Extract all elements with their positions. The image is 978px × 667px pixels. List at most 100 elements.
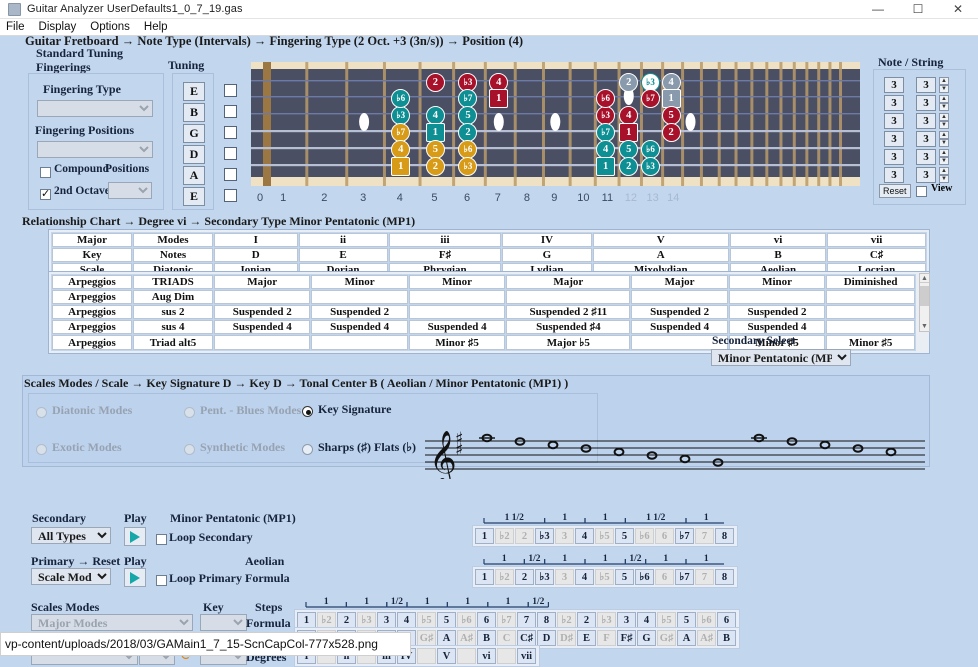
tuning-check-2[interactable] [224, 105, 237, 118]
tuning-check-3[interactable] [224, 126, 237, 139]
formula-cell[interactable]: 6 [655, 569, 674, 585]
grid-cell[interactable]: ♭6 [697, 612, 716, 628]
radio-pent-blues-modes[interactable] [184, 407, 195, 418]
note-value-6[interactable]: 3 [884, 167, 904, 183]
radio-exotic-modes[interactable] [36, 444, 47, 455]
formula-cell[interactable]: ♭5 [595, 569, 614, 585]
grid-cell[interactable]: G♯ [657, 630, 676, 646]
grid-cell[interactable]: G♯ [417, 630, 436, 646]
radio-key-signature[interactable] [302, 406, 313, 417]
formula-cell[interactable]: ♭2 [495, 528, 514, 544]
formula-cell[interactable]: 3 [555, 569, 574, 585]
formula-cell[interactable]: ♭5 [595, 528, 614, 544]
loop-primary-checkbox[interactable] [156, 575, 167, 586]
loop-secondary-checkbox[interactable] [156, 534, 167, 545]
string-value-1[interactable]: 3 [916, 77, 936, 93]
grid-cell[interactable]: B [717, 630, 736, 646]
formula-cell[interactable]: 7 [695, 528, 714, 544]
string-spinner-5[interactable]: ▲ ▼ [939, 149, 949, 165]
maximize-button[interactable]: ☐ [898, 0, 938, 19]
spinner-up[interactable]: ▲ [939, 95, 949, 103]
radio-synthetic-modes[interactable] [184, 444, 195, 455]
scroll-down-arrow[interactable]: ▼ [920, 322, 929, 331]
fingering-type-select[interactable] [37, 100, 153, 117]
grid-cell[interactable]: V [437, 648, 456, 664]
grid-cell[interactable]: 6 [477, 612, 496, 628]
radio-sharps-flats[interactable] [302, 444, 313, 455]
formula-cell[interactable]: 4 [575, 569, 594, 585]
formula-cell[interactable]: ♭3 [535, 528, 554, 544]
tuning-string-6[interactable]: E [183, 187, 205, 206]
grid-cell[interactable]: A♯ [457, 630, 476, 646]
string-value-6[interactable]: 3 [916, 167, 936, 183]
spinner-down[interactable]: ▼ [939, 103, 949, 111]
secondary-type-select[interactable]: All Types [31, 527, 111, 544]
grid-cell[interactable]: E [577, 630, 596, 646]
grid-cell[interactable]: 8 [537, 612, 556, 628]
tuning-check-1[interactable] [224, 84, 237, 97]
menu-options[interactable]: Options [90, 21, 130, 33]
positions-count-select[interactable] [108, 182, 152, 199]
grid-cell[interactable]: ♭7 [497, 612, 516, 628]
string-value-3[interactable]: 3 [916, 113, 936, 129]
primary-type-select[interactable]: Scale Modes [31, 568, 111, 585]
fret-note-marker[interactable]: 2 [425, 157, 445, 176]
grid-cell[interactable]: 3 [617, 612, 636, 628]
scales-modes-select[interactable]: Major Modes [31, 614, 193, 631]
view-checkbox[interactable] [916, 186, 927, 197]
guitar-fretboard[interactable]: ♭3 ♭7 4 1 ♭6 2 4 1 5 2 ♭3 ♭7 5 2 ♭6 ♭3 4 1 ♭3 ♭7 4 1 ♭6 2 4 1 5 2 ♭3… [251, 62, 860, 186]
close-button[interactable]: ✕ [938, 0, 978, 19]
grid-cell[interactable]: ♭5 [417, 612, 436, 628]
grid-cell[interactable]: ♭6 [457, 612, 476, 628]
minimize-button[interactable]: — [858, 0, 898, 19]
string-spinner-2[interactable]: ▲ ▼ [939, 95, 949, 111]
grid-cell[interactable]: vii [517, 648, 536, 664]
fret-note-marker[interactable]: 2 [425, 73, 445, 92]
grid-cell[interactable]: F [597, 630, 616, 646]
grid-cell[interactable]: C♯ [517, 630, 536, 646]
grid-cell[interactable]: C [497, 630, 516, 646]
string-spinner-3[interactable]: ▲ ▼ [939, 113, 949, 129]
tuning-check-5[interactable] [224, 168, 237, 181]
formula-cell[interactable]: 2 [515, 528, 534, 544]
spinner-up[interactable]: ▲ [939, 131, 949, 139]
play-secondary-button[interactable] [124, 527, 146, 546]
spinner-down[interactable]: ▼ [939, 121, 949, 129]
grid-cell[interactable]: B [477, 630, 496, 646]
grid-cell[interactable] [457, 648, 476, 664]
formula-cell[interactable]: 8 [715, 528, 734, 544]
play-primary-button[interactable] [124, 568, 146, 587]
formula-cell[interactable]: ♭7 [675, 528, 694, 544]
grid-cell[interactable]: 5 [677, 612, 696, 628]
formula-cell[interactable]: ♭3 [535, 569, 554, 585]
tuning-string-2[interactable]: B [183, 103, 205, 122]
formula-cell[interactable]: 3 [555, 528, 574, 544]
tuning-check-4[interactable] [224, 147, 237, 160]
formula-cell[interactable]: 8 [715, 569, 734, 585]
grid-cell[interactable]: ♭5 [657, 612, 676, 628]
grid-cell[interactable]: 7 [517, 612, 536, 628]
formula-cell[interactable]: 5 [615, 528, 634, 544]
spinner-down[interactable]: ▼ [939, 139, 949, 147]
formula-cell[interactable]: 7 [695, 569, 714, 585]
compound-checkbox[interactable] [40, 167, 51, 178]
grid-cell[interactable]: 3 [377, 612, 396, 628]
string-spinner-1[interactable]: ▲ ▼ [939, 77, 949, 93]
key-select[interactable] [200, 614, 247, 631]
scroll-up-arrow[interactable]: ▲ [920, 274, 929, 283]
radio-diatonic-modes[interactable] [36, 407, 47, 418]
second-octave-checkbox[interactable] [40, 187, 51, 200]
fret-note-marker[interactable]: ♭7 [641, 89, 661, 108]
grid-cell[interactable]: 4 [637, 612, 656, 628]
formula-cell[interactable]: 1 [475, 569, 494, 585]
grid-cell[interactable] [497, 648, 516, 664]
fret-note-marker[interactable]: 1 [489, 89, 509, 108]
grid-cell[interactable]: vi [477, 648, 496, 664]
relationship-scrollbar[interactable]: ▲ ▼ [919, 273, 930, 332]
secondary-select[interactable]: Minor Pentatonic (MP1) [711, 349, 851, 366]
formula-cell[interactable]: ♭2 [495, 569, 514, 585]
grid-cell[interactable]: A [437, 630, 456, 646]
grid-cell[interactable]: 5 [437, 612, 456, 628]
scroll-thumb[interactable] [920, 286, 929, 306]
formula-cell[interactable]: 5 [615, 569, 634, 585]
